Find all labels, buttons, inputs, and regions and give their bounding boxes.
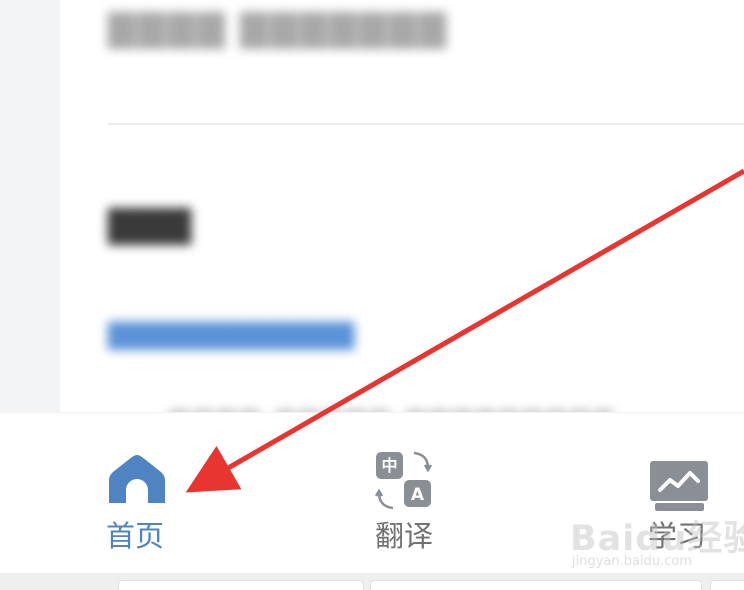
watermark-url: jingyan.baidu.com bbox=[572, 554, 692, 569]
content-divider bbox=[108, 123, 744, 125]
nav-item-home[interactable]: 首页 bbox=[72, 413, 202, 573]
bottom-card bbox=[118, 580, 364, 590]
blurred-headline: ▇▇▇▇ ▇▇▇▇▇▇▇ bbox=[108, 8, 448, 49]
baidu-watermark: Baidu经验 jingyan.baidu.com bbox=[560, 505, 744, 577]
nav-label-translate: 翻译 bbox=[375, 519, 434, 553]
nav-item-translate[interactable]: 中 A 翻译 bbox=[340, 413, 470, 573]
page: ▇▇▇▇ ▇▇▇▇▇▇▇ ▇▇▇ ▆▆▆▆▆▆▆▆▆▆ ▂▂▂▂ ▂▂▂▂▂ ▂… bbox=[0, 0, 744, 590]
left-gutter bbox=[0, 0, 60, 412]
translate-icon-target-char: A bbox=[411, 485, 425, 505]
nav-label-home: 首页 bbox=[106, 519, 165, 553]
home-icon bbox=[109, 455, 165, 503]
translate-icon: 中 A bbox=[375, 451, 433, 510]
bottom-card bbox=[370, 580, 702, 590]
translate-icon-source-char: 中 bbox=[381, 456, 397, 475]
blurred-link[interactable]: ▆▆▆▆▆▆▆▆▆▆ bbox=[108, 312, 354, 350]
content-area: ▇▇▇▇ ▇▇▇▇▇▇▇ ▇▇▇ ▆▆▆▆▆▆▆▆▆▆ ▂▂▂▂ ▂▂▂▂▂ ▂… bbox=[60, 0, 744, 418]
blurred-section-title: ▇▇▇ bbox=[108, 204, 192, 245]
bottom-card bbox=[710, 580, 744, 590]
